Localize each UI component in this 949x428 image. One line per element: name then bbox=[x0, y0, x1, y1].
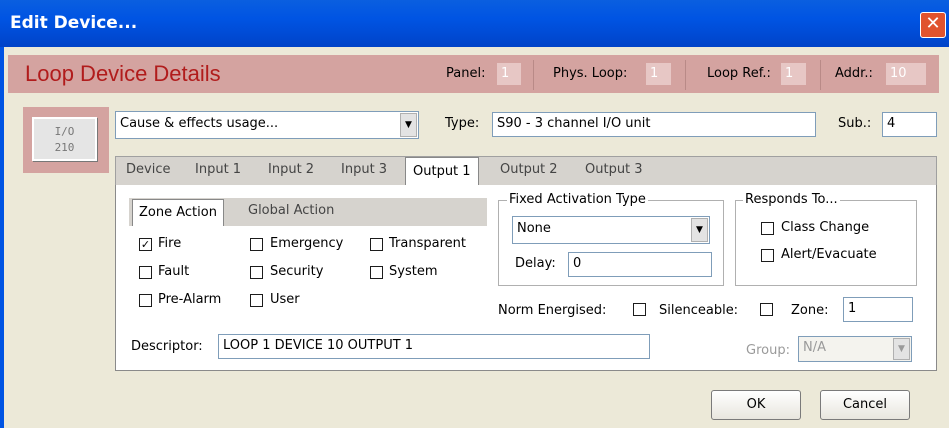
header-divider bbox=[685, 60, 686, 90]
icon-line-1: I/O bbox=[54, 125, 75, 138]
tab-output-2[interactable]: Output 2 bbox=[500, 162, 558, 177]
descriptor-field[interactable]: LOOP 1 DEVICE 10 OUTPUT 1 bbox=[218, 334, 650, 359]
class-change-label: Class Change bbox=[781, 220, 870, 235]
usage-select-value: Cause & effects usage... bbox=[120, 116, 279, 131]
cancel-button[interactable]: Cancel bbox=[820, 390, 910, 420]
user-label: User bbox=[270, 292, 300, 307]
security-label: Security bbox=[270, 264, 324, 279]
addr-label: Addr.: bbox=[835, 66, 873, 81]
zone-label: Zone: bbox=[791, 303, 829, 318]
norm-energised-checkbox[interactable] bbox=[633, 303, 646, 316]
fire-label: Fire bbox=[158, 236, 182, 251]
chevron-down-icon[interactable]: ▼ bbox=[691, 218, 708, 242]
fault-label: Fault bbox=[158, 264, 190, 279]
fire-checkbox[interactable]: ✓ bbox=[139, 238, 152, 251]
io-module-icon: I/O 210 bbox=[32, 117, 97, 161]
header-divider bbox=[820, 60, 821, 90]
addr-value: 10 bbox=[886, 63, 926, 85]
window-title: Edit Device... bbox=[10, 13, 138, 33]
security-checkbox[interactable] bbox=[250, 266, 263, 279]
alert-evacuate-checkbox[interactable] bbox=[761, 249, 774, 262]
fixed-activation-title: Fixed Activation Type bbox=[507, 192, 648, 207]
tab-input-2[interactable]: Input 2 bbox=[268, 162, 314, 177]
phys-loop-value: 1 bbox=[646, 63, 671, 85]
header-divider bbox=[533, 60, 534, 90]
panel-label: Panel: bbox=[446, 66, 486, 81]
norm-energised-label: Norm Energised: bbox=[498, 303, 607, 318]
descriptor-label: Descriptor: bbox=[131, 339, 203, 354]
pre-alarm-label: Pre-Alarm bbox=[158, 292, 222, 307]
class-change-checkbox[interactable] bbox=[761, 222, 774, 235]
window-border bbox=[0, 47, 4, 428]
responds-to-group bbox=[735, 200, 917, 286]
loop-ref-value: 1 bbox=[781, 63, 806, 85]
type-field: S90 - 3 channel I/O unit bbox=[492, 112, 816, 137]
icon-line-2: 210 bbox=[54, 141, 75, 154]
title-bar[interactable]: Edit Device... ✕ bbox=[0, 0, 949, 47]
user-checkbox[interactable] bbox=[250, 294, 263, 307]
tab-input-3[interactable]: Input 3 bbox=[341, 162, 387, 177]
phys-loop-label: Phys. Loop: bbox=[553, 66, 628, 81]
tab-device[interactable]: Device bbox=[126, 162, 170, 177]
transparent-label: Transparent bbox=[389, 236, 466, 251]
tab-global-action[interactable]: Global Action bbox=[248, 203, 334, 218]
ok-button[interactable]: OK bbox=[711, 390, 801, 420]
responds-to-title: Responds To... bbox=[743, 192, 840, 207]
usage-select[interactable]: Cause & effects usage... ▼ bbox=[115, 111, 419, 139]
delay-label: Delay: bbox=[515, 256, 556, 271]
silenceable-label: Silenceable: bbox=[659, 303, 739, 318]
fault-checkbox[interactable] bbox=[139, 266, 152, 279]
edit-device-dialog: Edit Device... ✕ Loop Device Details Pan… bbox=[0, 0, 949, 428]
activation-type-select[interactable]: None ▼ bbox=[512, 216, 710, 244]
group-select-value: N/A bbox=[803, 340, 826, 355]
tab-zone-action[interactable]: Zone Action bbox=[132, 199, 224, 226]
transparent-checkbox[interactable] bbox=[370, 238, 383, 251]
system-checkbox[interactable] bbox=[370, 266, 383, 279]
group-select[interactable]: N/A ▼ bbox=[798, 336, 912, 362]
zone-field[interactable]: 1 bbox=[843, 297, 913, 322]
sub-field[interactable]: 4 bbox=[882, 112, 937, 137]
group-label: Group: bbox=[746, 343, 790, 358]
emergency-label: Emergency bbox=[270, 236, 344, 251]
silenceable-checkbox[interactable] bbox=[760, 303, 773, 316]
type-label: Type: bbox=[445, 116, 480, 131]
panel-value: 1 bbox=[497, 63, 521, 85]
emergency-checkbox[interactable] bbox=[250, 238, 263, 251]
tab-output-1[interactable]: Output 1 bbox=[405, 157, 479, 185]
delay-field[interactable]: 0 bbox=[568, 252, 712, 277]
close-icon[interactable]: ✕ bbox=[920, 12, 946, 38]
activation-type-value: None bbox=[517, 221, 551, 236]
sub-label: Sub.: bbox=[838, 116, 872, 131]
tab-input-1[interactable]: Input 1 bbox=[195, 162, 241, 177]
tab-output-3[interactable]: Output 3 bbox=[585, 162, 643, 177]
page-title: Loop Device Details bbox=[25, 61, 221, 86]
pre-alarm-checkbox[interactable] bbox=[139, 294, 152, 307]
device-icon-frame: I/O 210 bbox=[23, 107, 109, 173]
alert-evacuate-label: Alert/Evacuate bbox=[781, 247, 877, 262]
chevron-down-icon[interactable]: ▼ bbox=[893, 338, 910, 360]
system-label: System bbox=[389, 264, 438, 279]
loop-ref-label: Loop Ref.: bbox=[707, 66, 771, 81]
chevron-down-icon[interactable]: ▼ bbox=[400, 113, 417, 137]
